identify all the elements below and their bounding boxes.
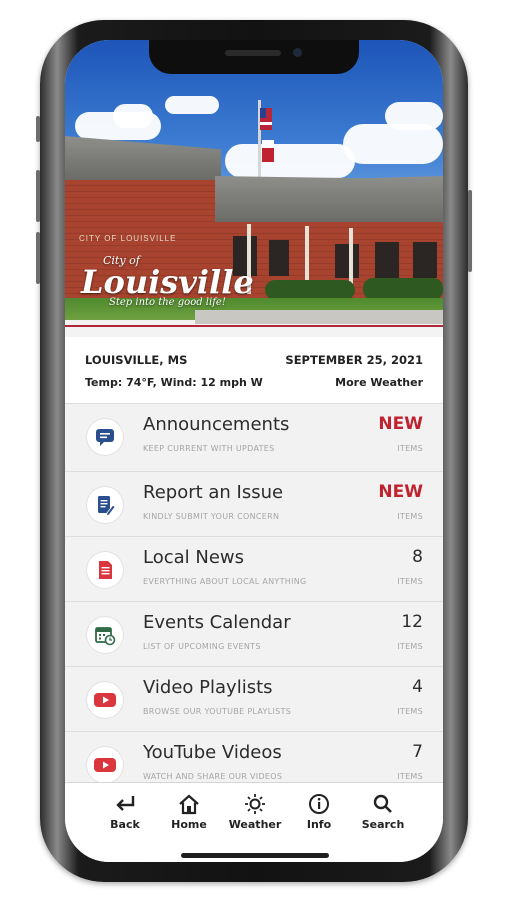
window	[375, 242, 399, 278]
tab-label: Weather	[228, 818, 282, 831]
calendar-clock-icon	[87, 617, 123, 653]
menu-item-subtitle: LIST OF UPCOMING EVENTS	[143, 642, 261, 651]
menu-item-title: Events Calendar	[143, 612, 291, 633]
date-text: SEPTEMBER 25, 2021	[285, 353, 423, 367]
volume-up-button	[36, 170, 40, 222]
items-label: ITEMS	[397, 707, 423, 716]
bottom-tab-bar: Back Home Weather Info Search	[65, 782, 443, 862]
tab-label: Search	[361, 818, 405, 831]
tab-label: Home	[171, 818, 207, 831]
menu-item-video-playlists[interactable]: Video Playlists BROWSE OUR YOUTUBE PLAYL…	[65, 667, 443, 732]
cloud	[113, 104, 153, 128]
cloud	[343, 124, 443, 164]
tab-label: Back	[110, 818, 140, 831]
power-button	[468, 190, 472, 272]
mute-switch	[36, 116, 40, 142]
info-bar: LOUISVILLE, MS SEPTEMBER 25, 2021 Temp: …	[65, 337, 443, 404]
notch	[149, 40, 359, 74]
home-icon	[179, 794, 199, 815]
search-icon	[373, 794, 392, 813]
location-text: LOUISVILLE, MS	[85, 353, 188, 367]
menu-item-title: YouTube Videos	[143, 742, 282, 763]
menu-item-youtube-videos[interactable]: YouTube Videos WATCH AND SHARE OUR VIDEO…	[65, 732, 443, 782]
tab-back[interactable]: Back	[95, 793, 155, 831]
window	[413, 242, 437, 278]
item-count: 12	[401, 612, 423, 632]
speaker	[225, 50, 281, 56]
menu-item-report-issue[interactable]: Report an Issue KINDLY SUBMIT YOUR CONCE…	[65, 472, 443, 537]
roof-right	[215, 176, 443, 222]
menu-item-events-calendar[interactable]: Events Calendar LIST OF UPCOMING EVENTS …	[65, 602, 443, 667]
tab-label: Info	[306, 818, 332, 831]
logo-name: Louisville	[81, 263, 254, 301]
menu-item-subtitle: KINDLY SUBMIT YOUR CONCERN	[143, 512, 280, 521]
shrub	[363, 278, 443, 300]
cloud	[225, 144, 355, 178]
front-camera	[293, 48, 302, 57]
menu-item-subtitle: BROWSE OUR YOUTUBE PLAYLISTS	[143, 707, 292, 716]
items-label: ITEMS	[397, 512, 423, 521]
menu-item-announcements[interactable]: Announcements KEEP CURRENT WITH UPDATES …	[65, 404, 443, 472]
menu-item-subtitle: EVERYTHING ABOUT LOCAL ANYTHING	[143, 577, 307, 586]
flags	[260, 108, 274, 162]
tab-weather[interactable]: Weather	[225, 793, 285, 831]
tab-info[interactable]: Info	[289, 793, 349, 831]
weather-summary: Temp: 74°F, Wind: 12 mph W	[85, 376, 263, 389]
shrub	[265, 280, 355, 300]
menu-item-subtitle: KEEP CURRENT WITH UPDATES	[143, 444, 275, 453]
item-count: 7	[412, 742, 423, 762]
tab-search[interactable]: Search	[353, 793, 413, 831]
menu-item-title: Report an Issue	[143, 482, 284, 503]
cloud	[165, 96, 219, 114]
menu-item-local-news[interactable]: Local News EVERYTHING ABOUT LOCAL ANYTHI…	[65, 537, 443, 602]
menu-item-title: Video Playlists	[143, 677, 273, 698]
youtube-icon	[87, 682, 123, 718]
document-edit-icon	[87, 487, 123, 523]
hero-accent-bar	[65, 325, 443, 327]
new-badge: NEW	[378, 414, 423, 434]
info-icon	[309, 794, 329, 814]
phone-screen: CITY OF LOUISVILLE City of Louisville St…	[65, 40, 443, 862]
tab-home[interactable]: Home	[159, 793, 219, 831]
city-logo: City of Louisville Step into the good li…	[81, 254, 254, 308]
window	[335, 244, 359, 278]
item-count: 4	[412, 677, 423, 697]
window	[269, 240, 289, 276]
menu-list: Announcements KEEP CURRENT WITH UPDATES …	[65, 404, 443, 782]
menu-item-title: Announcements	[143, 414, 290, 435]
cloud	[385, 102, 443, 130]
building-sign: CITY OF LOUISVILLE	[79, 234, 177, 243]
home-indicator[interactable]	[181, 853, 329, 858]
volume-down-button	[36, 232, 40, 284]
items-label: ITEMS	[397, 577, 423, 586]
item-count: 8	[412, 547, 423, 567]
menu-item-subtitle: WATCH AND SHARE OUR VIDEOS	[143, 772, 283, 781]
sun-icon	[245, 794, 265, 814]
youtube-icon	[87, 747, 123, 782]
menu-item-title: Local News	[143, 547, 245, 568]
items-label: ITEMS	[397, 772, 423, 781]
items-label: ITEMS	[397, 444, 423, 453]
new-badge: NEW	[378, 482, 423, 502]
hero-banner: CITY OF LOUISVILLE City of Louisville St…	[65, 40, 443, 327]
road	[195, 310, 443, 324]
more-weather-link[interactable]: More Weather	[335, 376, 423, 389]
back-arrow-icon	[116, 796, 135, 811]
items-label: ITEMS	[397, 642, 423, 651]
news-document-icon	[87, 552, 123, 588]
chat-bubble-icon	[87, 419, 123, 455]
